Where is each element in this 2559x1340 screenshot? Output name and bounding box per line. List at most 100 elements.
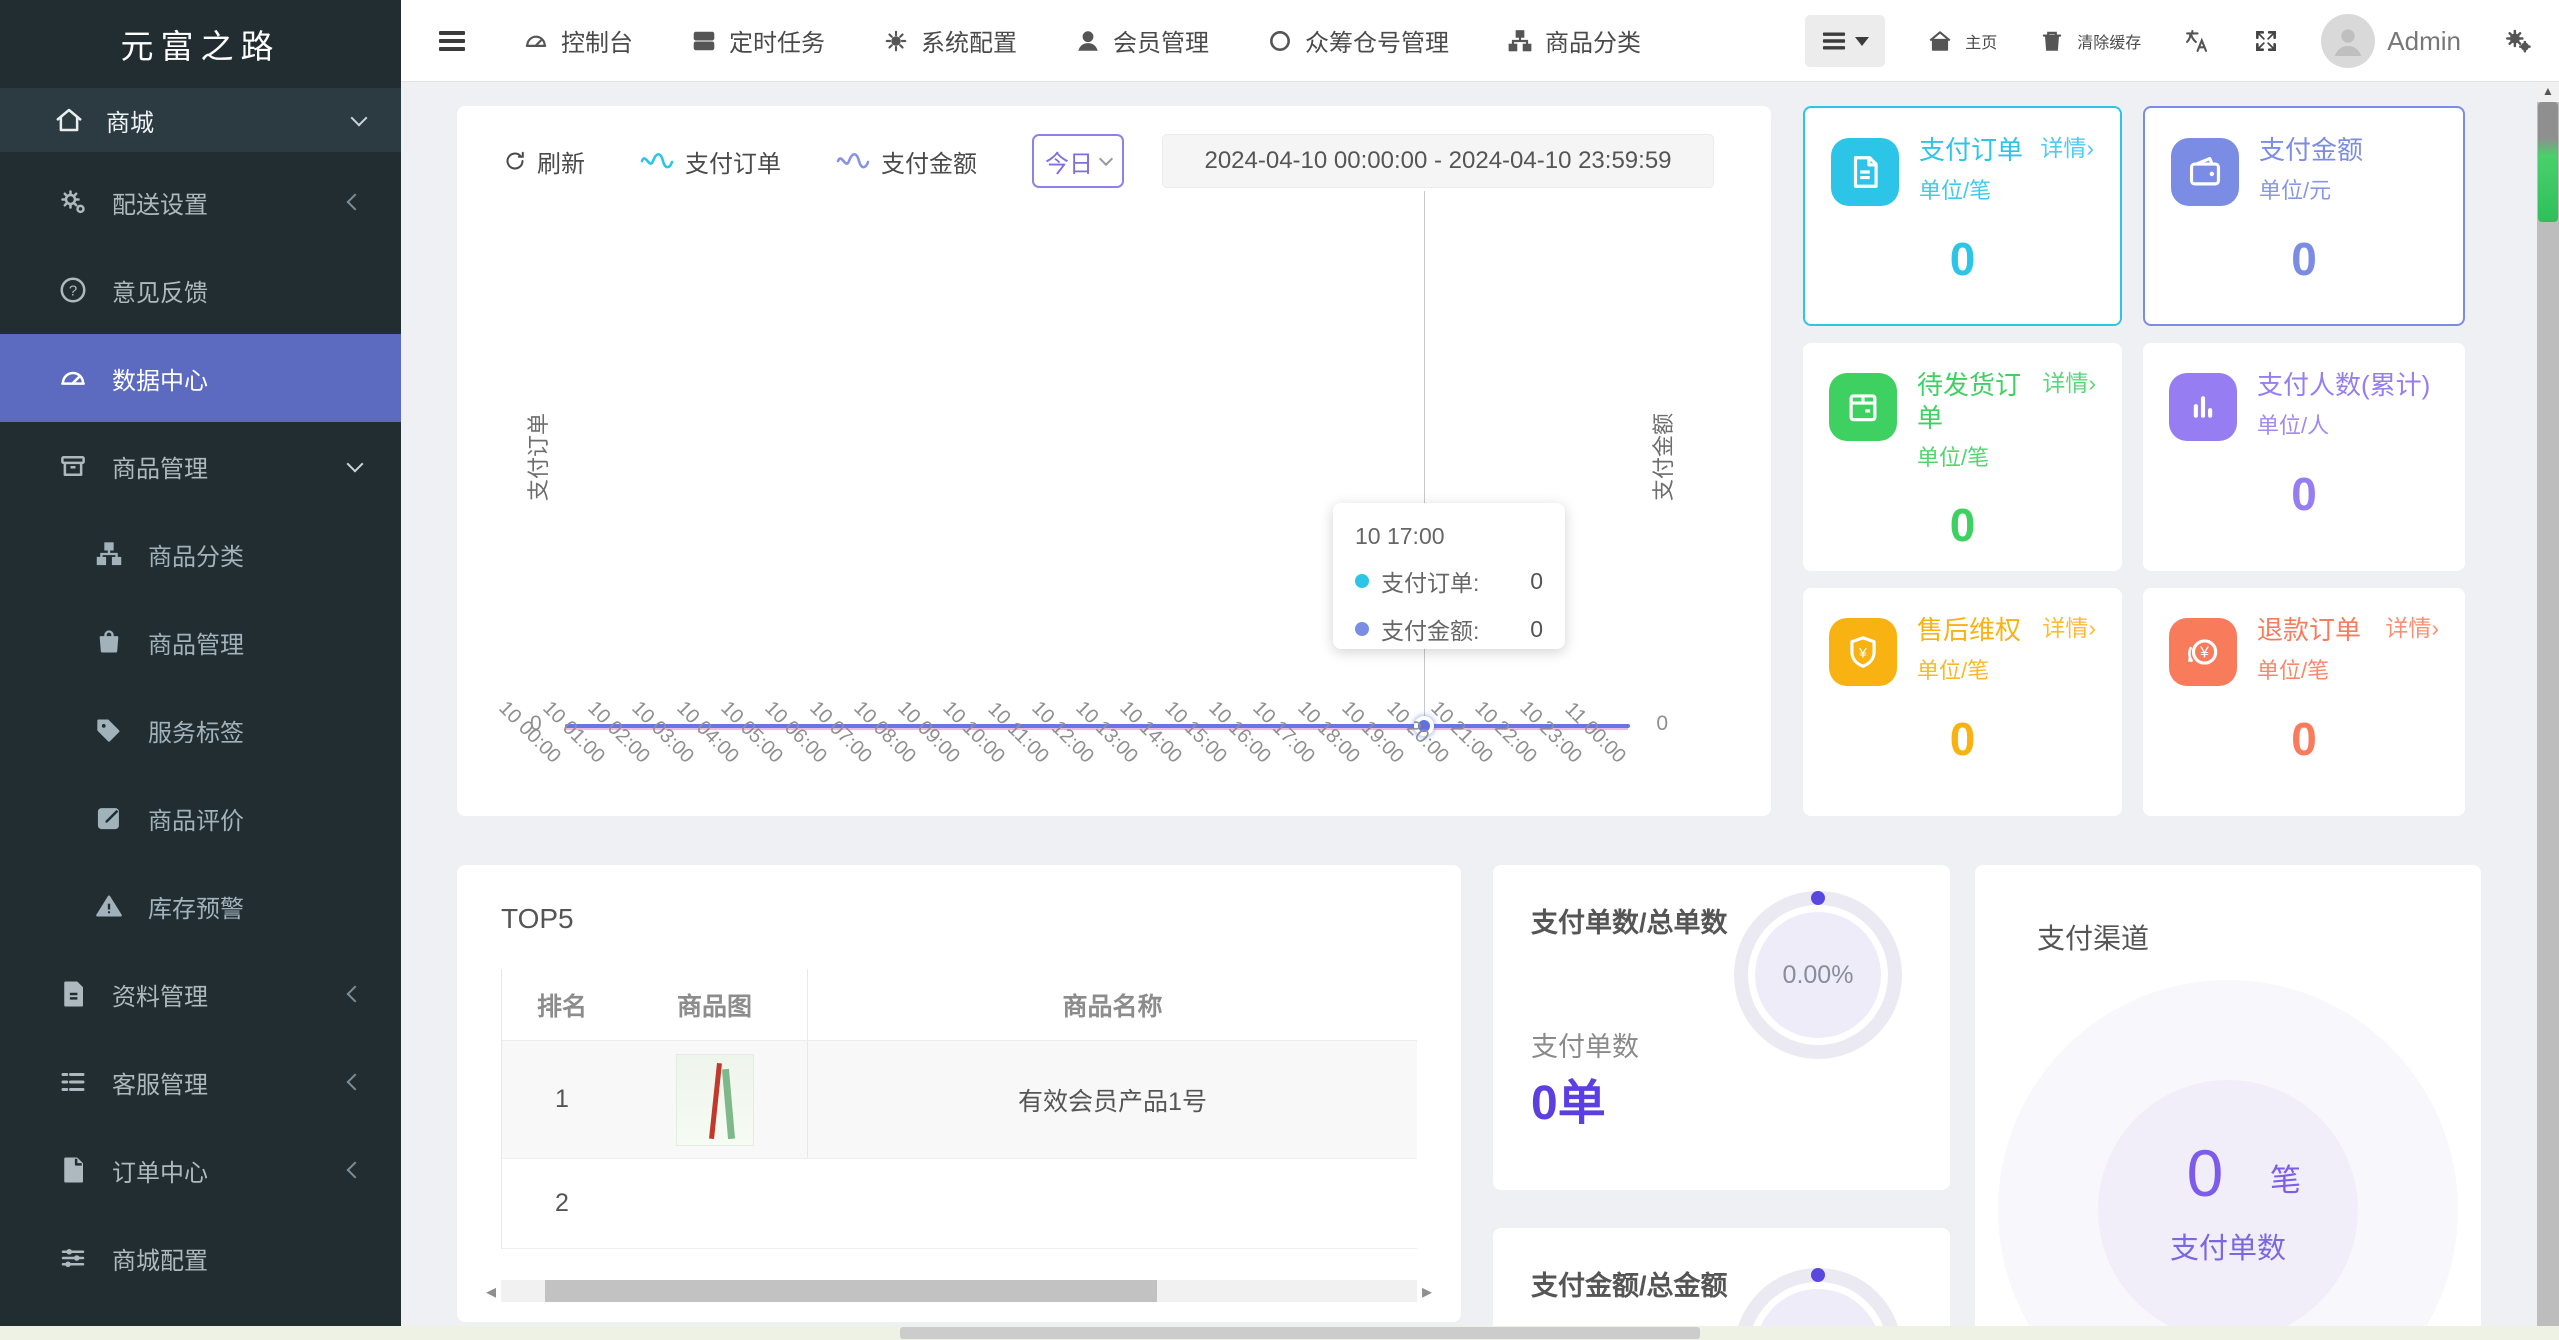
sidebar-item-mall-config[interactable]: 商城配置 xyxy=(0,1214,401,1302)
table-row[interactable]: 2 xyxy=(502,1159,1417,1249)
stat-card-after-sale[interactable]: ¥ 售后维权 详情› 单位/笔 0 xyxy=(1803,588,2122,816)
nav-item-console[interactable]: 控制台 xyxy=(523,23,633,58)
sidebar-item-product-list[interactable]: 商品管理 xyxy=(0,598,401,686)
sidebar-item-delivery-settings[interactable]: 配送设置 xyxy=(0,158,401,246)
detail-link[interactable]: 详情› xyxy=(2042,369,2096,398)
dashboard-page: 元富之路 商城 配送设置 ? 意见反馈 数据中心 xyxy=(0,0,2559,1340)
sidebar-item-data-center[interactable]: 数据中心 xyxy=(0,334,401,422)
stat-card-payers-total[interactable]: 支付人数(累计) 单位/人 0 xyxy=(2143,343,2465,571)
chevron-down-icon xyxy=(351,110,368,127)
detail-link[interactable]: 详情› xyxy=(2042,614,2096,643)
archive-icon xyxy=(56,449,90,483)
top5-panel: TOP5 排名 商品图 商品名称 1 有效会员产品1号 2 xyxy=(457,865,1461,1322)
sidebar-item-feedback[interactable]: ? 意见反馈 xyxy=(0,246,401,334)
nav-item-product-category[interactable]: 商品分类 xyxy=(1507,23,1641,58)
pay-amount-ratio-panel: 支付金额/总金额 0.00% xyxy=(1493,1228,1950,1326)
nav-item-homepage[interactable]: 主页 xyxy=(1927,28,1997,54)
sidebar-item-order-center[interactable]: 订单中心 xyxy=(0,1126,401,1214)
vertical-scrollbar[interactable]: ▲ xyxy=(2537,82,2559,1340)
stat-value: 0 xyxy=(1829,498,2096,552)
user-menu[interactable]: Admin xyxy=(2321,14,2461,68)
sidebar-item-customer-service[interactable]: 客服管理 xyxy=(0,1038,401,1126)
file-text-icon xyxy=(56,977,90,1011)
sidebar-item-product-management[interactable]: 商品管理 xyxy=(0,422,401,510)
nav-item-scheduled-tasks[interactable]: 定时任务 xyxy=(691,23,825,58)
sidebar-item-product-reviews[interactable]: 商品评价 xyxy=(0,774,401,862)
server-icon xyxy=(691,28,717,54)
tooltip-row: 支付订单: 0 xyxy=(1355,564,1543,598)
table-row[interactable]: 1 有效会员产品1号 xyxy=(502,1041,1417,1159)
quick-menu-dropdown[interactable] xyxy=(1805,15,1885,67)
detail-link[interactable]: 详情› xyxy=(2040,134,2094,163)
circle-icon xyxy=(1267,28,1293,54)
tags-icon xyxy=(92,713,126,747)
sidebar-item-data-management[interactable]: 资料管理 xyxy=(0,950,401,1038)
wallet-icon xyxy=(2171,138,2239,206)
gauge-percent: 0.00% xyxy=(1755,912,1881,1038)
horizontal-scrollbar[interactable] xyxy=(0,1326,2559,1340)
gears-icon xyxy=(56,185,90,219)
stat-card-refund-orders[interactable]: ¥ 退款订单 详情› 单位/笔 0 xyxy=(2143,588,2465,816)
file-icon xyxy=(56,1153,90,1187)
sitemap-icon xyxy=(92,537,126,571)
wave-icon xyxy=(835,152,871,170)
stat-card-pay-orders[interactable]: 支付订单 详情› 单位/笔 0 xyxy=(1803,106,2122,326)
table-horizontal-scrollbar[interactable]: ◂ ▸ xyxy=(481,1278,1437,1304)
chevron-left-icon xyxy=(347,1162,364,1179)
warning-icon xyxy=(92,889,126,923)
nav-item-member-management[interactable]: 会员管理 xyxy=(1075,23,1209,58)
nav-item-system-config[interactable]: 系统配置 xyxy=(883,23,1017,58)
scroll-left-arrow[interactable]: ◂ xyxy=(481,1279,501,1304)
stat-card-pay-amount[interactable]: 支付金额 单位/元 0 xyxy=(2143,106,2465,326)
pay-order-ratio-panel: 支付单数/总单数 0.00% 支付单数 0单 xyxy=(1493,865,1950,1190)
stat-card-pending-shipment[interactable]: 待发货订单 详情› 单位/笔 0 xyxy=(1803,343,2122,571)
date-range-selector[interactable]: 今日 xyxy=(1032,134,1124,188)
x-axis-labels: 10 00:0010 01:0010 02:0010 03:0010 04:00… xyxy=(565,738,1630,816)
top5-title: TOP5 xyxy=(501,903,1417,935)
sidebar-item-service-tags[interactable]: 服务标签 xyxy=(0,686,401,774)
chart-header: 刷新 支付订单 支付金额 今日 2024-04-10 00:00:00 - 20… xyxy=(457,132,1771,190)
sidebar-toggle-button[interactable] xyxy=(439,27,465,55)
settings-button[interactable] xyxy=(2503,26,2533,56)
nav-item-clear-cache[interactable]: 清除缓存 xyxy=(2039,28,2141,54)
series-dot xyxy=(1355,622,1369,636)
refresh-button[interactable]: 刷新 xyxy=(503,144,585,179)
language-switch-button[interactable] xyxy=(2183,27,2211,55)
sidebar-item-shop[interactable]: 商城 xyxy=(0,88,401,152)
top5-table: 排名 商品图 商品名称 1 有效会员产品1号 2 xyxy=(501,969,1417,1249)
detail-link[interactable]: 详情› xyxy=(2385,614,2439,643)
stat-value: 0 xyxy=(2169,712,2439,766)
scrollbar-thumb[interactable] xyxy=(900,1327,1700,1339)
box-icon xyxy=(1829,373,1897,441)
stat-value: 0 xyxy=(2169,467,2439,521)
scrollbar-thumb[interactable] xyxy=(2538,102,2558,222)
table-header-row: 排名 商品图 商品名称 xyxy=(502,969,1417,1041)
stat-value: 0 xyxy=(1829,712,2096,766)
gauge-value: 0单 xyxy=(1531,1063,1606,1133)
sidebar-item-product-category[interactable]: 商品分类 xyxy=(0,510,401,598)
svg-text:¥: ¥ xyxy=(2199,645,2209,662)
legend-pay-amount[interactable]: 支付金额 xyxy=(835,144,977,179)
scroll-right-arrow[interactable]: ▸ xyxy=(1417,1279,1437,1304)
main-content: 刷新 支付订单 支付金额 今日 2024-04-10 00:00:00 - 20… xyxy=(401,82,2559,1326)
sidebar-item-stock-warning[interactable]: 库存预警 xyxy=(0,862,401,950)
dashboard-icon xyxy=(56,361,90,395)
fullscreen-button[interactable] xyxy=(2253,28,2279,54)
nav-item-crowdfunding-management[interactable]: 众筹仓号管理 xyxy=(1267,23,1449,58)
series-dot xyxy=(1355,574,1369,588)
menu-icon xyxy=(439,27,465,55)
chevron-down-icon xyxy=(347,456,364,473)
tooltip-title: 10 17:00 xyxy=(1355,523,1543,550)
right-axis-title: 支付金额 xyxy=(1646,413,1678,501)
user-icon xyxy=(1075,28,1101,54)
sidebar: 元富之路 商城 配送设置 ? 意见反馈 数据中心 xyxy=(0,0,401,1326)
stat-value: 0 xyxy=(2171,232,2437,286)
scrollbar-track[interactable] xyxy=(501,1280,1417,1302)
scroll-up-arrow[interactable]: ▲ xyxy=(2537,82,2559,102)
date-range-input[interactable]: 2024-04-10 00:00:00 - 2024-04-10 23:59:5… xyxy=(1162,134,1714,188)
scrollbar-thumb[interactable] xyxy=(545,1280,1157,1302)
gauge-ring: 0.00% xyxy=(1734,891,1902,1059)
legend-pay-orders[interactable]: 支付订单 xyxy=(639,144,781,179)
home-icon xyxy=(1927,28,1953,54)
sidebar-item-label: 商城 xyxy=(106,103,353,138)
